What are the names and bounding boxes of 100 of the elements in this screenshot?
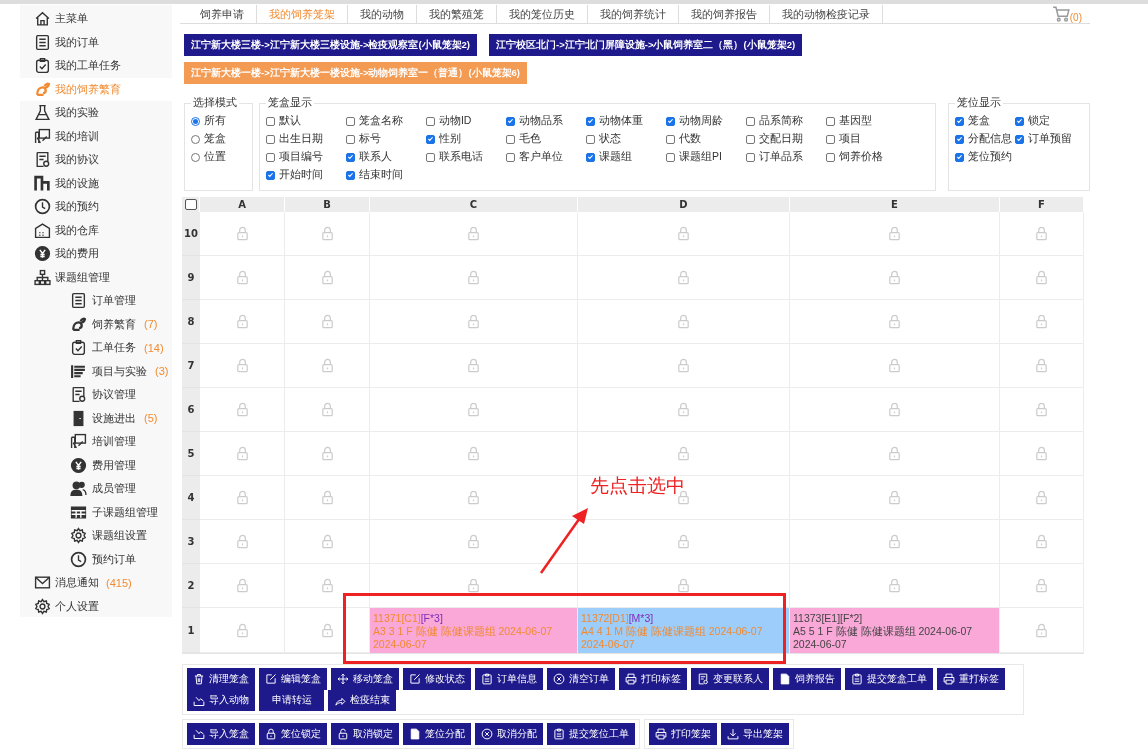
action-button[interactable]: 打印标签 [619, 668, 687, 690]
sidebar-item[interactable]: 消息通知 (415) [20, 571, 172, 595]
radio-option[interactable]: 所有 [191, 112, 246, 130]
action-button[interactable]: 修改状态 [403, 668, 471, 690]
checkbox-option[interactable]: 饲养价格 [825, 148, 906, 166]
action-button[interactable]: 取消锁定 [331, 723, 399, 745]
sidebar-item[interactable]: 我的实验 [20, 101, 172, 125]
sidebar-item[interactable]: 课题组管理 [20, 265, 172, 289]
tab[interactable]: 我的饲养统计 [588, 5, 679, 23]
action-button[interactable]: 清理笼盒 [187, 668, 255, 690]
sidebar-item[interactable]: 我的费用 [20, 242, 172, 266]
sidebar-item[interactable]: 培训管理 [20, 430, 172, 454]
cage-cell[interactable]: 11372[D1][M*3] A4 4 1 M 陈健 陈健课题组 2024-06-07 2024-06-07 [578, 608, 790, 653]
action-button[interactable]: 清空订单 [547, 668, 615, 690]
radio-option[interactable]: 位置 [191, 148, 246, 166]
checkbox-option[interactable]: 联系人 [345, 148, 426, 166]
checkbox-option[interactable]: 性别 [425, 130, 506, 148]
checkbox-option[interactable]: 出生日期 [265, 130, 346, 148]
action-button[interactable]: 检疫结束 [328, 690, 396, 711]
action-button[interactable]: 打印笼架 [649, 723, 717, 745]
sidebar-item[interactable]: 我的协议 [20, 148, 172, 172]
cage-cell[interactable]: 11373[E1][F*2] A5 5 1 F 陈健 陈健课题组 2024-06-07 2024-06-07 [790, 608, 1000, 653]
action-button[interactable]: 重打标签 [937, 668, 1005, 690]
checkbox-option[interactable]: 项目编号 [265, 148, 346, 166]
action-button[interactable]: 订单信息 [475, 668, 543, 690]
checkbox-option[interactable]: 动物周龄 [665, 112, 746, 130]
sidebar-item[interactable]: 成员管理 [20, 477, 172, 501]
checkbox-option[interactable]: 订单品系 [745, 148, 826, 166]
action-button[interactable]: 提交笼位工单 [547, 723, 635, 745]
sidebar-item[interactable]: 我的预约 [20, 195, 172, 219]
checkbox-option[interactable]: 笼位预约 [955, 148, 1016, 166]
sidebar-item[interactable]: 我的设施 [20, 171, 172, 195]
cage-cell[interactable]: 11371[C1][F*3] A3 3 1 F 陈健 陈健课题组 2024-06-07 2024-06-07 [370, 608, 578, 653]
sidebar-item[interactable]: 订单管理 [20, 289, 172, 313]
action-button[interactable]: 移动笼盒 [331, 668, 399, 690]
checkbox-option[interactable]: 品系简称 [745, 112, 826, 130]
checkbox-option[interactable]: 笼盒名称 [345, 112, 426, 130]
sidebar-item[interactable]: 设施进出 (5) [20, 406, 172, 430]
checkbox-option[interactable]: 动物品系 [505, 112, 586, 130]
sidebar-item[interactable]: 饲养繁育 (7) [20, 312, 172, 336]
action-button[interactable]: 变更联系人 [691, 668, 769, 690]
checkbox-option[interactable]: 标号 [345, 130, 426, 148]
tab[interactable]: 我的动物 [348, 5, 417, 23]
checkbox-option[interactable]: 毛色 [505, 130, 586, 148]
select-all-checkbox[interactable] [184, 199, 197, 210]
checkbox-option[interactable]: 项目 [825, 130, 906, 148]
sidebar-item[interactable]: 课题组设置 [20, 524, 172, 548]
action-button[interactable]: 提交笼盒工单 [845, 668, 933, 690]
action-button[interactable]: 笼位锁定 [259, 723, 327, 745]
action-button[interactable]: 笼位分配 [403, 723, 471, 745]
action-button[interactable]: 编辑笼盒 [259, 668, 327, 690]
sidebar-item[interactable]: 我的培训 [20, 124, 172, 148]
radio-option[interactable]: 笼盒 [191, 130, 246, 148]
group-title: 笼盒显示 [266, 96, 313, 110]
checkbox-option[interactable]: 动物体重 [585, 112, 666, 130]
sidebar-item[interactable]: 项目与实验 (3) [20, 359, 172, 383]
tab[interactable]: 我的笼位历史 [497, 5, 588, 23]
checkbox-option[interactable]: 分配信息 [955, 130, 1016, 148]
sidebar-item[interactable]: 个人设置 [20, 594, 172, 618]
checkbox-option[interactable]: 默认 [265, 112, 346, 130]
checkbox-option[interactable]: 状态 [585, 130, 666, 148]
action-button[interactable]: 导出笼架 [721, 723, 789, 745]
checkbox-option[interactable]: 开始时间 [265, 166, 346, 184]
checkbox-option[interactable]: 结束时间 [345, 166, 426, 184]
action-button[interactable]: 导入笼盒 [187, 723, 255, 745]
sidebar-item[interactable]: 费用管理 [20, 453, 172, 477]
empty-slot[interactable] [285, 564, 370, 608]
tab[interactable]: 饲养申请 [188, 5, 257, 23]
checkbox-option[interactable]: 客户单位 [505, 148, 586, 166]
tab[interactable]: 我的动物检疫记录 [770, 5, 883, 23]
tab[interactable]: 我的饲养报告 [679, 5, 770, 23]
sidebar-item[interactable]: 我的订单 [20, 30, 172, 54]
checkbox-option[interactable]: 动物ID [425, 112, 506, 130]
checkmark-icon [1016, 135, 1024, 143]
checkbox-option[interactable]: 锁定 [1015, 112, 1086, 130]
rack-button[interactable]: 江宁校区北门->江宁北门屏障设施->小鼠饲养室二（黑）(小鼠笼架2) [489, 34, 803, 56]
checkbox-option[interactable]: 联系电话 [425, 148, 506, 166]
checkbox-option[interactable]: 课题组 [585, 148, 666, 166]
checkbox-option[interactable]: 课题组PI [665, 148, 746, 166]
sidebar-item[interactable]: 我的仓库 [20, 218, 172, 242]
lock-icon [676, 578, 691, 593]
document-icon [779, 673, 791, 685]
sidebar-item[interactable]: 工单任务 (14) [20, 336, 172, 360]
sidebar-item[interactable]: 主菜单 [20, 7, 172, 31]
checkbox-option[interactable]: 代数 [665, 130, 746, 148]
action-button[interactable]: 申请转运 [259, 690, 324, 711]
checkbox-option[interactable]: 交配日期 [745, 130, 826, 148]
rack-button[interactable]: 江宁新大楼三楼->江宁新大楼三楼设施->检疫观察室(小鼠笼架2) [184, 34, 478, 56]
action-button[interactable]: 导入动物 [187, 690, 255, 711]
checkbox-option[interactable]: 订单预留 [1015, 130, 1086, 148]
action-button[interactable]: 取消分配 [475, 723, 543, 745]
tab[interactable]: 我的繁殖笼 [417, 5, 497, 23]
checkbox-option[interactable]: 笼盒 [955, 112, 1016, 130]
sidebar-item[interactable]: 我的工单任务 [20, 54, 172, 78]
checkbox-option[interactable]: 基因型 [825, 112, 906, 130]
sidebar-item[interactable]: 协议管理 [20, 383, 172, 407]
sidebar-item[interactable]: 子课题组管理 [20, 500, 172, 524]
action-button[interactable]: 饲养报告 [773, 668, 841, 690]
sidebar-item[interactable]: 预约订单 [20, 547, 172, 571]
lock-icon [319, 270, 335, 285]
